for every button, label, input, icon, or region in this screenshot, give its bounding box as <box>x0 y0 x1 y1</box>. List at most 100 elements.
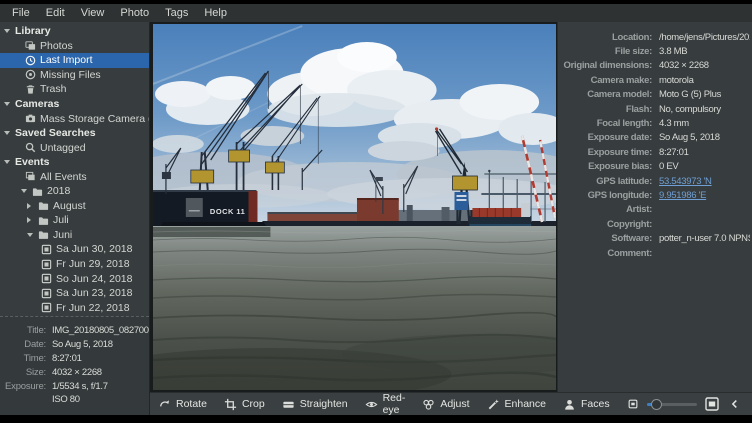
faces-button[interactable]: Faces <box>563 398 610 411</box>
red-eye-icon <box>365 398 378 411</box>
metadata-row-exposure-time: Exposure time: 8:27:01 <box>560 145 750 159</box>
sidebar-header-library[interactable]: Library <box>0 24 149 39</box>
sidebar-item-label: Fr Jun 29, 2018 <box>56 258 130 270</box>
sidebar-header-saved-searches[interactable]: Saved Searches <box>0 126 149 141</box>
missing-files-icon <box>25 69 36 80</box>
info-value: 8:27:01 <box>52 353 149 364</box>
sidebar-item-trash[interactable]: Trash <box>0 82 149 97</box>
menu-bar: FileEditViewPhotoTagsHelp <box>0 4 752 22</box>
folder-icon <box>32 186 43 197</box>
info-value: IMG_20180805_0827009... <box>52 325 149 336</box>
sidebar-header-cameras[interactable]: Cameras <box>0 97 149 112</box>
sidebar-item-label: Events <box>15 156 49 168</box>
gps-longitude-link[interactable]: 9.951986 'E <box>659 190 750 201</box>
enhance-icon <box>487 398 500 411</box>
menu-view[interactable]: View <box>73 4 113 22</box>
expander-open-icon[interactable] <box>4 160 13 164</box>
sidebar-item-august[interactable]: August <box>0 199 149 214</box>
menu-photo[interactable]: Photo <box>112 4 157 22</box>
dock-sign: DOCK 11 <box>210 207 245 216</box>
sidebar-item-sa-jun-30-2018[interactable]: Sa Jun 30, 2018 <box>0 242 149 257</box>
info-value: 4032 × 2268 <box>52 367 149 378</box>
menu-edit[interactable]: Edit <box>38 4 73 22</box>
rotate-button[interactable]: Rotate <box>158 398 207 411</box>
metadata-row-artist: Artist: <box>560 203 750 217</box>
sidebar-item-last-import[interactable]: Last Import <box>0 53 149 68</box>
search-icon <box>25 142 36 153</box>
metadata-row-comment: Comment: <box>560 246 750 260</box>
metadata-label: Exposure time: <box>560 147 652 158</box>
sidebar-item-juli[interactable]: Juli <box>0 213 149 228</box>
info-row-iso-80: ISO 80 <box>0 393 149 407</box>
sidebar-item-fr-jun-29-2018[interactable]: Fr Jun 29, 2018 <box>0 257 149 272</box>
sidebar-item-photos[interactable]: Photos <box>0 39 149 54</box>
harbor-photo[interactable]: DOCK 11 <box>153 24 556 390</box>
metadata-value: 3.8 MB <box>659 46 750 57</box>
sidebar-item-missing-files[interactable]: Missing Files <box>0 68 149 83</box>
adjust-icon <box>422 398 435 411</box>
sidebar-item-sa-jun-23-2018[interactable]: Sa Jun 23, 2018 <box>0 286 149 301</box>
toolbar-button-label: Faces <box>581 398 610 410</box>
metadata-label: File size: <box>560 46 652 57</box>
metadata-value: potter_n-user 7.0 NPNS2... <box>659 233 750 244</box>
sidebar-item-untagged[interactable]: Untagged <box>0 140 149 155</box>
photo-viewer: DOCK 11 <box>150 22 557 392</box>
menu-tags[interactable]: Tags <box>157 4 196 22</box>
expander-open-icon[interactable] <box>27 233 36 237</box>
last-import-icon <box>25 55 36 66</box>
date-icon <box>41 273 52 284</box>
gps-latitude-link[interactable]: 53.543973 'N <box>659 176 750 187</box>
info-row-time: Time:8:27:01 <box>0 352 149 366</box>
info-label: Title: <box>0 325 46 336</box>
sidebar-item-label: August <box>53 200 86 212</box>
info-value: So Aug 5, 2018 <box>52 339 149 350</box>
metadata-label: Copyright: <box>560 219 652 230</box>
metadata-label: Exposure date: <box>560 132 652 143</box>
expander-open-icon[interactable] <box>21 189 30 193</box>
metadata-value: motorola <box>659 75 750 86</box>
info-row-exposure: Exposure:1/5534 s, f/1.7 <box>0 379 149 393</box>
enhance-button[interactable]: Enhance <box>487 398 546 411</box>
folder-icon <box>38 229 49 240</box>
sidebar-item-label: Mass Storage Camera (510 M... <box>40 113 149 125</box>
expander-open-icon[interactable] <box>4 102 13 106</box>
red-eye-button[interactable]: Red-eye <box>365 392 406 416</box>
sidebar-item-label: So Jun 24, 2018 <box>56 273 132 285</box>
metadata-value: Moto G (5) Plus <box>659 89 750 100</box>
crop-button[interactable]: Crop <box>224 398 265 411</box>
metadata-value: 8:27:01 <box>659 147 750 158</box>
zoom-slider[interactable] <box>647 398 697 410</box>
toolbar-button-label: Straighten <box>300 398 348 410</box>
sidebar: LibraryPhotosLast ImportMissing FilesTra… <box>0 22 150 415</box>
zoom-controls <box>627 397 752 411</box>
info-row-size: Size: 4032 × 2268 <box>0 365 149 379</box>
sidebar-item-2018[interactable]: 2018 <box>0 184 149 199</box>
menu-file[interactable]: File <box>4 4 38 22</box>
zoom-slider-handle[interactable] <box>651 399 662 410</box>
zoom-small-icon[interactable] <box>627 398 639 410</box>
straighten-button[interactable]: Straighten <box>282 398 348 411</box>
metadata-row-exposure-date: Exposure date:So Aug 5, 2018 <box>560 131 750 145</box>
previous-photo-button[interactable] <box>729 398 741 410</box>
sidebar-item-mass-storage-camera-510-m[interactable]: Mass Storage Camera (510 M... <box>0 111 149 126</box>
toolbar-button-label: Adjust <box>440 398 469 410</box>
sidebar-item-fr-jun-22-2018[interactable]: Fr Jun 22, 2018 <box>0 300 149 315</box>
metadata-row-camera-make: Camera make:motorola <box>560 73 750 87</box>
sidebar-item-juni[interactable]: Juni <box>0 228 149 243</box>
sidebar-item-so-jun-24-2018[interactable]: So Jun 24, 2018 <box>0 271 149 286</box>
expander-closed-icon[interactable] <box>27 203 36 209</box>
sidebar-header-events[interactable]: Events <box>0 155 149 170</box>
menu-help[interactable]: Help <box>196 4 235 22</box>
adjust-button[interactable]: Adjust <box>422 398 469 411</box>
info-row-date: Date:So Aug 5, 2018 <box>0 338 149 352</box>
expander-open-icon[interactable] <box>4 131 13 135</box>
metadata-panel: Location:/home/jens/Pictures/2018...File… <box>557 22 752 392</box>
metadata-value: No, compulsory <box>659 104 750 115</box>
sidebar-item-all-events[interactable]: All Events <box>0 169 149 184</box>
camera-icon <box>25 113 36 124</box>
zoom-large-icon[interactable] <box>705 397 719 411</box>
expander-open-icon[interactable] <box>4 29 13 33</box>
info-label: Size: <box>0 367 46 378</box>
crop-icon <box>224 398 237 411</box>
expander-closed-icon[interactable] <box>27 217 36 223</box>
